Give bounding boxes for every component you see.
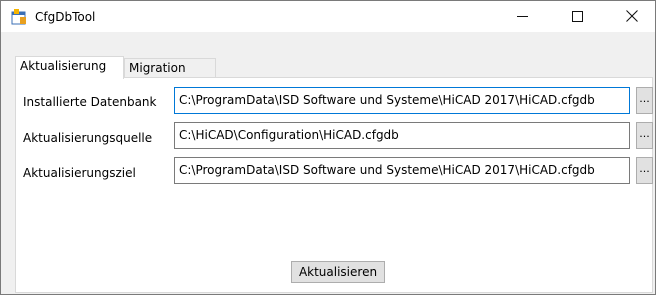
maximize-icon	[571, 11, 583, 22]
installed-db-label: Installierte Datenbank	[23, 95, 157, 109]
minimize-button[interactable]	[499, 1, 545, 32]
app-window: CfgDbTool Aktualisierung Migration Insta…	[0, 0, 656, 295]
title-bar[interactable]: CfgDbTool	[1, 1, 655, 32]
source-label: Aktualisierungsquelle	[23, 131, 153, 145]
window-title: CfgDbTool	[35, 10, 96, 24]
source-input[interactable]: C:\HiCAD\Configuration\HiCAD.cfgdb	[174, 122, 630, 149]
installed-db-input[interactable]: C:\ProgramData\ISD Software und Systeme\…	[174, 87, 630, 114]
tab-migration[interactable]: Migration	[124, 58, 216, 78]
target-label: Aktualisierungsziel	[23, 166, 136, 180]
target-input[interactable]: C:\ProgramData\ISD Software und Systeme\…	[174, 157, 630, 184]
minimize-icon	[516, 16, 528, 17]
installed-db-browse-button[interactable]: ...	[636, 87, 653, 114]
target-browse-button[interactable]: ...	[636, 157, 653, 184]
update-button[interactable]: Aktualisieren	[291, 261, 385, 283]
maximize-button[interactable]	[554, 1, 600, 32]
app-window-icon	[11, 9, 27, 25]
source-browse-button[interactable]: ...	[636, 122, 653, 149]
tab-aktualisierung[interactable]: Aktualisierung	[15, 56, 124, 79]
close-icon	[626, 7, 638, 26]
close-button[interactable]	[609, 1, 655, 32]
